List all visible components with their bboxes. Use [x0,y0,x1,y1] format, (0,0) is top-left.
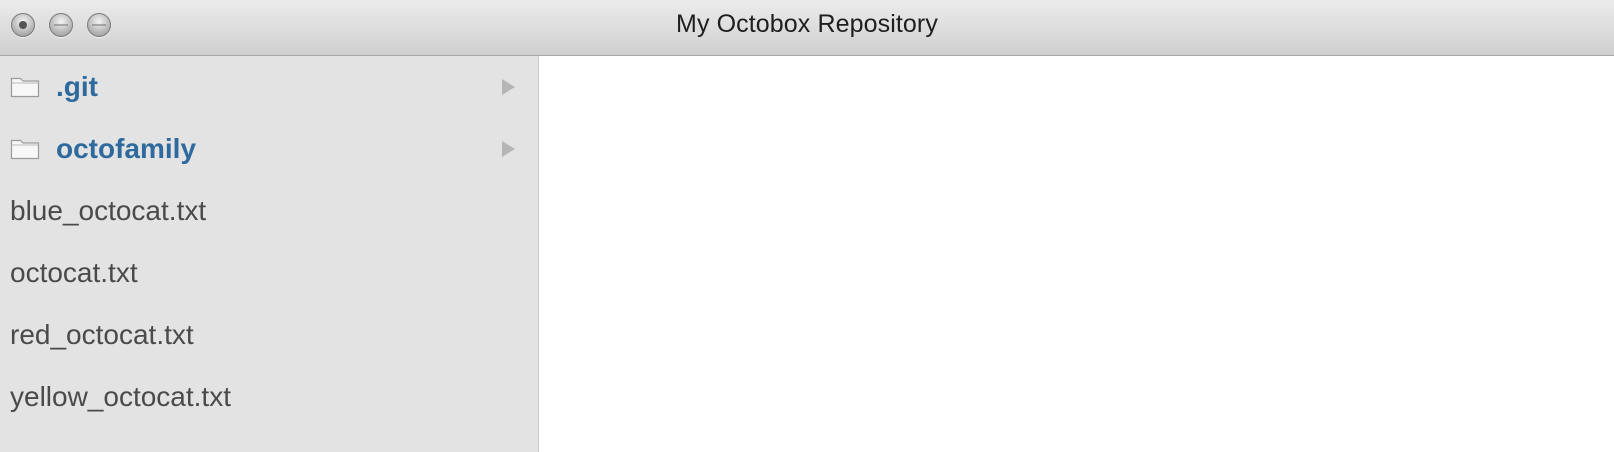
folder-icon [10,77,40,98]
folder-item-git[interactable]: .git [0,56,538,118]
file-browser-sidebar: .git octofamily blue_octocat.txt octocat… [0,56,539,452]
file-item-octocat[interactable]: octocat.txt [0,242,538,304]
title-bar[interactable]: My Octobox Repository [0,0,1614,56]
folder-item-octofamily[interactable]: octofamily [0,118,538,180]
file-label: octocat.txt [10,257,138,288]
window-title: My Octobox Repository [676,10,938,38]
folder-label: .git [56,71,98,102]
file-label: red_octocat.txt [10,319,194,350]
folder-icon [10,139,40,160]
folder-label: octofamily [56,133,197,164]
disclosure-triangle-icon[interactable] [502,79,515,95]
file-item-yellow-octocat[interactable]: yellow_octocat.txt [0,366,538,428]
disclosure-triangle-icon[interactable] [502,141,515,157]
file-label: blue_octocat.txt [10,195,207,226]
file-item-red-octocat[interactable]: red_octocat.txt [0,304,538,366]
file-item-blue-octocat[interactable]: blue_octocat.txt [0,180,538,242]
file-label: yellow_octocat.txt [10,381,231,412]
file-preview-pane [539,56,1614,452]
app-window: My Octobox Repository .git octofamily bl… [0,0,1614,452]
